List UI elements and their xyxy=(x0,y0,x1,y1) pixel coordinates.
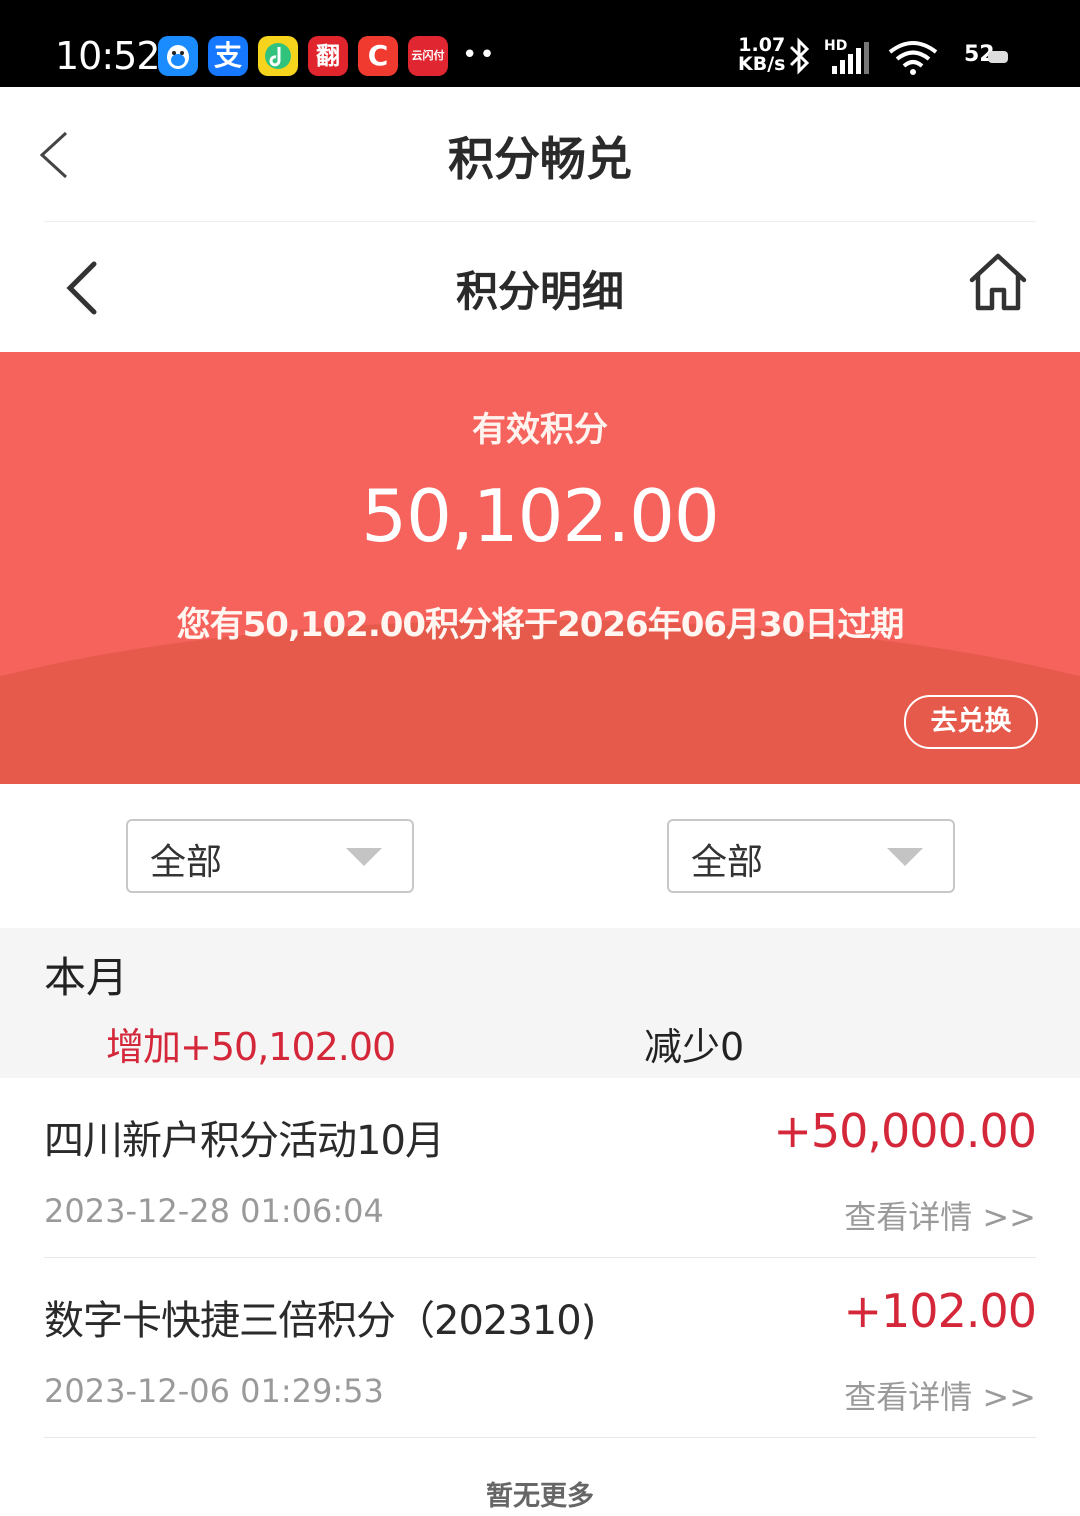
points-record: 四川新户积分活动10月 +50,000.00 2023-12-28 01:06:… xyxy=(44,1078,1037,1258)
time-filter-value: 全部 xyxy=(691,842,764,883)
bluetooth-icon xyxy=(787,36,813,85)
cloudpay-app-icon: 云闪付 xyxy=(408,36,448,76)
record-detail-link[interactable]: 查看详情 >> xyxy=(844,1192,1036,1238)
month-increase: 增加+50,102.00 xyxy=(106,1025,396,1069)
network-speed: 1.07 KB/s xyxy=(738,36,785,74)
valid-points-label: 有效积分 xyxy=(472,410,608,450)
record-divider xyxy=(44,1437,1036,1438)
type-filter-value: 全部 xyxy=(150,842,223,883)
home-button[interactable] xyxy=(966,250,1030,314)
time-filter-select[interactable]: 全部 xyxy=(667,819,955,893)
record-amount: +102.00 xyxy=(843,1284,1037,1338)
c-app-icon: C xyxy=(358,36,398,76)
inner-nav-bar: 积分明细 xyxy=(0,222,1080,352)
no-more-label: 暂无更多 xyxy=(486,1481,594,1512)
record-amount: +50,000.00 xyxy=(773,1104,1037,1158)
points-expire-notice: 您有50,102.00积分将于2026年06月30日过期 xyxy=(176,605,905,645)
more-notifications-icon: •• xyxy=(462,40,497,70)
app-icon: 翻 xyxy=(308,36,348,76)
month-decrease: 减少0 xyxy=(644,1025,745,1069)
valid-points-amount: 50,102.00 xyxy=(361,474,719,558)
cellular-signal-icon: HD xyxy=(822,38,876,76)
wifi-icon xyxy=(886,40,940,76)
points-record: 数字卡快捷三倍积分（202310) +102.00 2023-12-06 01:… xyxy=(44,1258,1037,1438)
record-date: 2023-12-06 01:29:53 xyxy=(44,1372,384,1410)
outer-page-title: 积分畅兑 xyxy=(448,132,632,186)
inner-page-title: 积分明细 xyxy=(455,267,624,316)
record-title: 数字卡快捷三倍积分（202310) xyxy=(44,1298,596,1344)
month-summary: 本月 增加+50,102.00 减少0 xyxy=(0,928,1080,1078)
status-bar: 10:52 支 翻 C 云闪付 •• 1.07 KB/s HD 52 xyxy=(0,0,1080,87)
alipay-app-icon: 支 xyxy=(208,36,248,76)
month-title: 本月 xyxy=(44,953,129,1002)
record-detail-link[interactable]: 查看详情 >> xyxy=(844,1372,1036,1418)
redeem-button[interactable]: 去兑换 xyxy=(904,695,1038,749)
caret-down-icon xyxy=(346,848,382,866)
network-speed-unit: KB/s xyxy=(738,53,786,75)
record-title: 四川新户积分活动10月 xyxy=(44,1118,445,1164)
outer-nav-bar: 积分畅兑 xyxy=(0,87,1080,221)
status-time: 10:52 xyxy=(55,34,161,78)
caret-down-icon xyxy=(887,848,923,866)
points-banner: 有效积分 50,102.00 您有50,102.00积分将于2026年06月30… xyxy=(0,352,1080,784)
record-date: 2023-12-28 01:06:04 xyxy=(44,1192,384,1230)
qqmusic-app-icon xyxy=(258,36,298,76)
qq-app-icon xyxy=(158,36,198,76)
home-icon xyxy=(969,253,1027,311)
battery-icon xyxy=(988,51,1008,63)
type-filter-select[interactable]: 全部 xyxy=(126,819,414,893)
